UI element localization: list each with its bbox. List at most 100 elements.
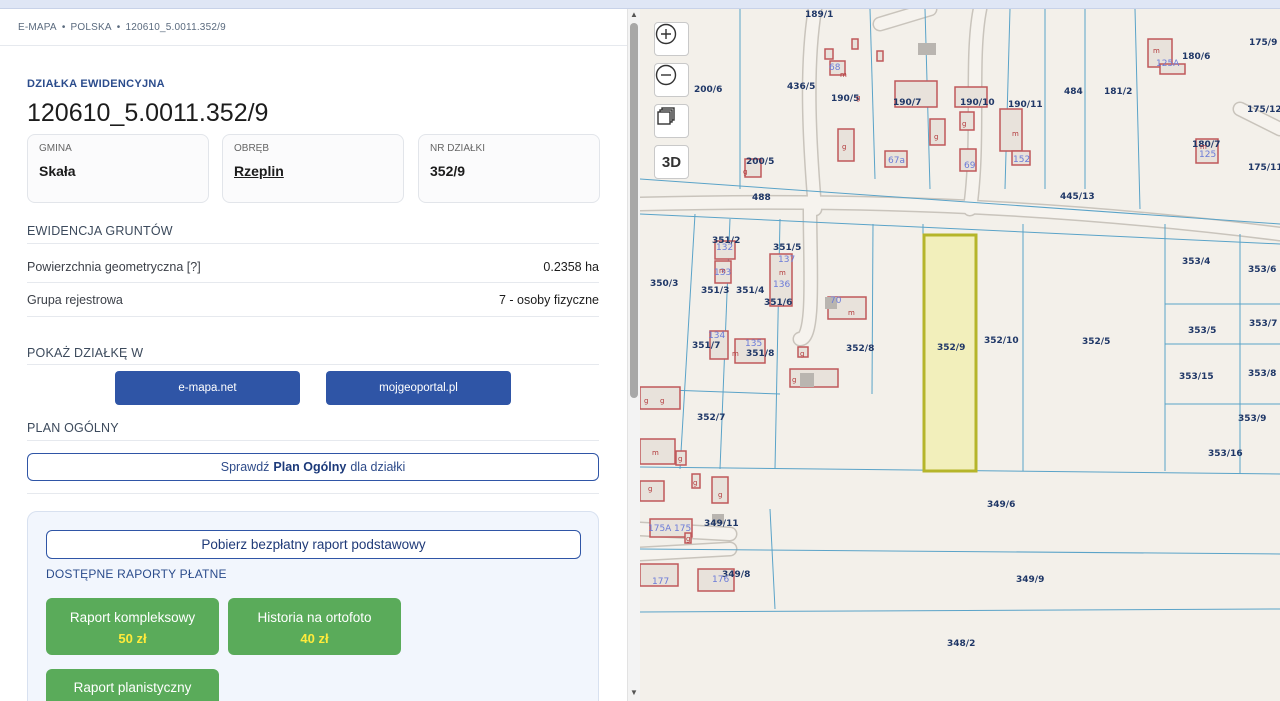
page-title: 120610_5.0011.352/9 xyxy=(27,99,269,127)
svg-text:152: 152 xyxy=(1013,155,1030,165)
svg-text:g: g xyxy=(678,455,682,463)
selected-parcel[interactable] xyxy=(922,233,978,473)
svg-text:353/8: 353/8 xyxy=(1248,369,1276,379)
svg-text:190/7: 190/7 xyxy=(893,98,921,108)
svg-text:352/5: 352/5 xyxy=(1082,337,1110,347)
svg-text:g: g xyxy=(660,397,664,405)
area-value: 0.2358 ha xyxy=(543,260,599,274)
scroll-up-icon[interactable]: ▲ xyxy=(630,10,638,19)
map-canvas[interactable]: 189/1 200/6 436/5 190/5 190/7 190/10 190… xyxy=(640,9,1280,701)
svg-text:g: g xyxy=(962,120,966,128)
svg-text:351/8: 351/8 xyxy=(746,349,774,359)
card-label: NR DZIAŁKI xyxy=(430,143,486,154)
breadcrumb: E-MAPA • POLSKA • 120610_5.0011.352/9 xyxy=(18,22,226,33)
svg-text:67a: 67a xyxy=(888,156,905,166)
svg-text:g: g xyxy=(842,143,846,151)
svg-text:g: g xyxy=(743,168,747,176)
svg-text:352/9: 352/9 xyxy=(937,343,965,353)
report-name: Historia na ortofoto xyxy=(257,610,372,625)
svg-text:136: 136 xyxy=(773,280,790,290)
group-value: 7 - osoby fizyczne xyxy=(498,293,599,307)
report-planning-button[interactable]: Raport planistyczny xyxy=(46,669,219,701)
svg-text:180/6: 180/6 xyxy=(1182,52,1210,62)
layers-icon xyxy=(657,107,675,125)
svg-text:353/5: 353/5 xyxy=(1188,326,1216,336)
report-ortho-history-button[interactable]: Historia na ortofoto 40 zł xyxy=(228,598,401,655)
section-title: POKAŻ DZIAŁKĘ W xyxy=(27,346,144,360)
svg-text:m: m xyxy=(732,350,739,358)
card-value: 352/9 xyxy=(430,163,466,179)
breadcrumb-item[interactable]: POLSKA xyxy=(71,22,112,33)
svg-text:351/4: 351/4 xyxy=(736,286,764,296)
scrollbar[interactable]: ▲ ▼ xyxy=(627,9,640,701)
svg-text:g: g xyxy=(648,485,652,493)
svg-text:m: m xyxy=(719,267,726,275)
svg-text:g: g xyxy=(856,94,860,102)
svg-text:353/6: 353/6 xyxy=(1248,265,1276,275)
section-label: DZIAŁKA EWIDENCYJNA xyxy=(27,78,165,90)
svg-text:353/7: 353/7 xyxy=(1249,319,1277,329)
svg-text:351/6: 351/6 xyxy=(764,298,792,308)
cadastral-map[interactable]: 189/1 200/6 436/5 190/5 190/7 190/10 190… xyxy=(640,9,1280,701)
svg-text:m: m xyxy=(848,309,855,317)
divider xyxy=(27,282,599,283)
svg-text:m: m xyxy=(1012,130,1019,138)
area-label: Powierzchnia geometryczna [?] xyxy=(27,260,201,274)
check-plan-text-post: dla działki xyxy=(350,460,406,474)
view-3d-button[interactable]: 3D xyxy=(654,145,689,179)
divider xyxy=(27,440,599,441)
scroll-thumb[interactable] xyxy=(630,23,638,398)
report-comprehensive-button[interactable]: Raport kompleksowy 50 zł xyxy=(46,598,219,655)
zoom-out-button[interactable] xyxy=(654,63,689,97)
layers-button[interactable] xyxy=(654,104,689,138)
minus-icon xyxy=(655,64,677,86)
breadcrumb-item[interactable]: E-MAPA xyxy=(18,22,57,33)
svg-text:351/3: 351/3 xyxy=(701,286,729,296)
svg-text:g: g xyxy=(718,491,722,499)
svg-text:g: g xyxy=(693,479,697,487)
svg-text:137: 137 xyxy=(778,255,795,265)
svg-text:352/10: 352/10 xyxy=(984,336,1019,346)
svg-text:350/3: 350/3 xyxy=(650,279,678,289)
emapa-button[interactable]: e-mapa.net xyxy=(115,371,300,405)
svg-text:190/10: 190/10 xyxy=(960,98,995,108)
svg-text:175/9: 175/9 xyxy=(1249,38,1277,48)
divider xyxy=(27,493,599,494)
browser-top-bar xyxy=(0,0,1280,9)
mojgeoportal-button[interactable]: mojgeoportal.pl xyxy=(326,371,511,405)
svg-text:177: 177 xyxy=(652,577,669,587)
free-report-button[interactable]: Pobierz bezpłatny raport podstawowy xyxy=(46,530,581,559)
svg-text:445/13: 445/13 xyxy=(1060,192,1095,202)
svg-text:484: 484 xyxy=(1064,87,1083,97)
svg-text:353/4: 353/4 xyxy=(1182,257,1210,267)
divider xyxy=(27,316,599,317)
svg-text:125A: 125A xyxy=(1156,59,1180,69)
svg-text:m: m xyxy=(779,269,786,277)
svg-text:g: g xyxy=(792,376,796,384)
breadcrumb-item: 120610_5.0011.352/9 xyxy=(125,22,226,33)
svg-text:353/15: 353/15 xyxy=(1179,372,1214,382)
obreb-link[interactable]: Rzeplin xyxy=(234,163,284,179)
svg-text:125: 125 xyxy=(1199,150,1216,160)
svg-text:181/2: 181/2 xyxy=(1104,87,1132,97)
check-plan-button[interactable]: Sprawdź Plan Ogólny dla działki xyxy=(27,453,599,481)
svg-text:175A: 175A xyxy=(648,524,672,534)
svg-text:351/5: 351/5 xyxy=(773,243,801,253)
svg-text:349/9: 349/9 xyxy=(1016,575,1044,585)
svg-text:g: g xyxy=(934,133,938,141)
group-label: Grupa rejestrowa xyxy=(27,293,123,307)
svg-text:352/8: 352/8 xyxy=(846,344,874,354)
svg-text:349/11: 349/11 xyxy=(704,519,739,529)
svg-text:m: m xyxy=(652,449,659,457)
report-name: Raport planistyczny xyxy=(73,680,192,695)
svg-text:135: 135 xyxy=(745,339,762,349)
svg-text:351/7: 351/7 xyxy=(692,341,720,351)
zoom-in-button[interactable] xyxy=(654,22,689,56)
scroll-down-icon[interactable]: ▼ xyxy=(630,688,638,697)
svg-text:m: m xyxy=(1153,47,1160,55)
svg-text:132: 132 xyxy=(716,243,733,253)
card-value: Skała xyxy=(39,163,76,179)
reports-panel: Pobierz bezpłatny raport podstawowy DOST… xyxy=(27,511,599,701)
parcel-info-panel: E-MAPA • POLSKA • 120610_5.0011.352/9 DZIAŁK… xyxy=(0,9,627,701)
svg-text:134: 134 xyxy=(708,331,725,341)
